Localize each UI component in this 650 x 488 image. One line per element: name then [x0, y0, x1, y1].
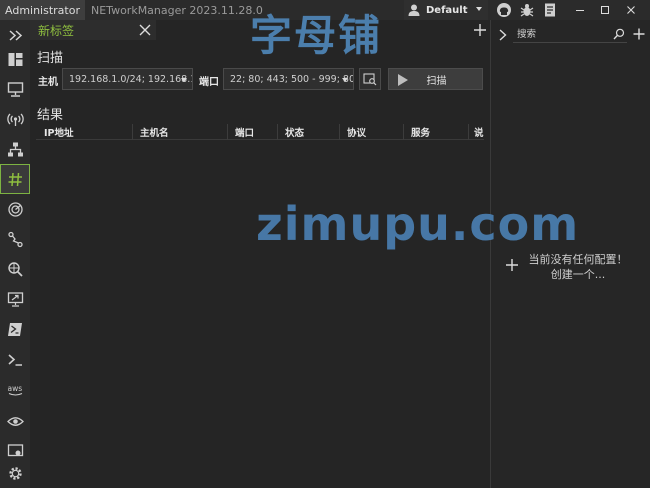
chevron-down-icon: [476, 7, 482, 11]
wifi-icon: [6, 113, 24, 126]
chevron-down-icon: [181, 78, 187, 82]
nav-terminal[interactable]: [0, 344, 30, 374]
column-ip-address[interactable]: IP地址: [36, 124, 132, 140]
user-icon: [407, 3, 421, 17]
bug-icon[interactable]: [519, 2, 535, 18]
profiles-panel: 当前没有任何配置！ 创建一个...: [491, 20, 650, 488]
aws-icon: aws: [7, 384, 22, 395]
network-interface-icon: [7, 81, 23, 97]
results-section-title: 结果: [37, 108, 64, 123]
nav-remote-desktop[interactable]: [0, 284, 30, 314]
empty-profiles-message[interactable]: 当前没有任何配置！ 创建一个...: [523, 252, 633, 282]
screen-capture-icon: [7, 443, 23, 456]
host-combobox[interactable]: 192.168.1.0/24; 192.168.178.0/24: [62, 68, 193, 90]
remote-desktop-icon: [7, 291, 23, 307]
scan-button[interactable]: 扫描: [388, 68, 483, 90]
tab-label: 新标签: [38, 23, 75, 38]
nav-dns-lookup[interactable]: [0, 254, 30, 284]
host-label: 主机: [38, 77, 58, 88]
left-navigation: aws: [0, 20, 30, 488]
ip-scanner-icon: [7, 142, 23, 156]
host-value: 192.168.1.0/24; 192.168.178.0/24: [69, 73, 192, 85]
visibility-icon: [6, 416, 24, 426]
ping-monitor-icon: [7, 201, 23, 217]
settings-icon: [8, 466, 22, 480]
nav-ping-monitor[interactable]: [0, 194, 30, 224]
nav-network-interface[interactable]: [0, 74, 30, 104]
maximize-button[interactable]: [592, 0, 618, 20]
nav-traceroute[interactable]: [0, 224, 30, 254]
app-title: NETworkManager 2023.11.28.0: [91, 3, 263, 17]
empty-message-line-1: 当前没有任何配置！: [528, 253, 628, 266]
nav-wifi[interactable]: [0, 104, 30, 134]
column-status[interactable]: 状态: [277, 124, 339, 140]
search-icon[interactable]: [613, 28, 625, 40]
port-label: 端口: [199, 77, 219, 88]
column-hostname[interactable]: 主机名: [132, 124, 227, 140]
nav-port-scanner[interactable]: [0, 164, 30, 194]
tab-new[interactable]: 新标签: [30, 20, 156, 40]
nav-aws[interactable]: aws: [0, 374, 30, 404]
watermark-logo: 字母铺: [250, 11, 383, 60]
powershell-icon: [7, 322, 22, 336]
add-profile-button[interactable]: [632, 27, 646, 41]
column-protocol[interactable]: 协议: [339, 124, 403, 140]
double-chevron-right-icon: [8, 29, 22, 41]
nav-powershell[interactable]: [0, 314, 30, 344]
documentation-icon[interactable]: [542, 2, 558, 18]
column-description[interactable]: 说明: [468, 124, 484, 140]
column-port[interactable]: 端口: [227, 124, 277, 140]
profile-search-input[interactable]: [513, 26, 609, 42]
add-tab-button[interactable]: [472, 22, 488, 38]
profile-name: Default: [426, 4, 468, 16]
chevron-right-icon: [499, 29, 507, 41]
port-value: 22; 80; 443; 500 - 999; 8080: [230, 73, 354, 85]
create-profile-plus-icon[interactable]: [505, 258, 519, 272]
nav-ip-scanner[interactable]: [0, 134, 30, 164]
dns-lookup-icon: [7, 261, 23, 277]
plus-icon: [633, 28, 645, 40]
traceroute-icon: [7, 231, 23, 247]
terminal-icon: [7, 353, 22, 366]
nav-settings[interactable]: [0, 458, 30, 488]
results-table-header: IP地址 主机名 端口 状态 协议 服务 说明: [36, 124, 484, 140]
dashboard-icon: [8, 52, 22, 66]
profile-selector[interactable]: Default: [404, 0, 488, 20]
minimize-button[interactable]: [567, 0, 593, 20]
plus-icon: [474, 24, 486, 36]
nav-visibility[interactable]: [0, 406, 30, 436]
scan-section-title: 扫描: [37, 51, 64, 66]
svg-text:aws: aws: [7, 384, 22, 393]
watermark-url: zimupu.com: [256, 197, 580, 251]
chevron-down-icon: [342, 78, 348, 82]
scan-button-label: 扫描: [426, 75, 447, 87]
administrator-badge: Administrator: [0, 0, 85, 20]
column-service[interactable]: 服务: [403, 124, 468, 140]
empty-message-line-2: 创建一个...: [550, 268, 606, 281]
port-combobox[interactable]: 22; 80; 443; 500 - 999; 8080: [223, 68, 354, 90]
port-profiles-button[interactable]: [359, 68, 381, 90]
search-folder-icon: [363, 73, 377, 86]
close-window-button[interactable]: [618, 0, 644, 20]
port-scanner-icon: [8, 172, 22, 186]
profile-search-box: [513, 26, 627, 43]
nav-dashboard[interactable]: [0, 44, 30, 74]
collapse-panel-button[interactable]: [497, 28, 509, 42]
github-icon[interactable]: [496, 2, 512, 18]
close-tab-icon[interactable]: [138, 23, 152, 37]
